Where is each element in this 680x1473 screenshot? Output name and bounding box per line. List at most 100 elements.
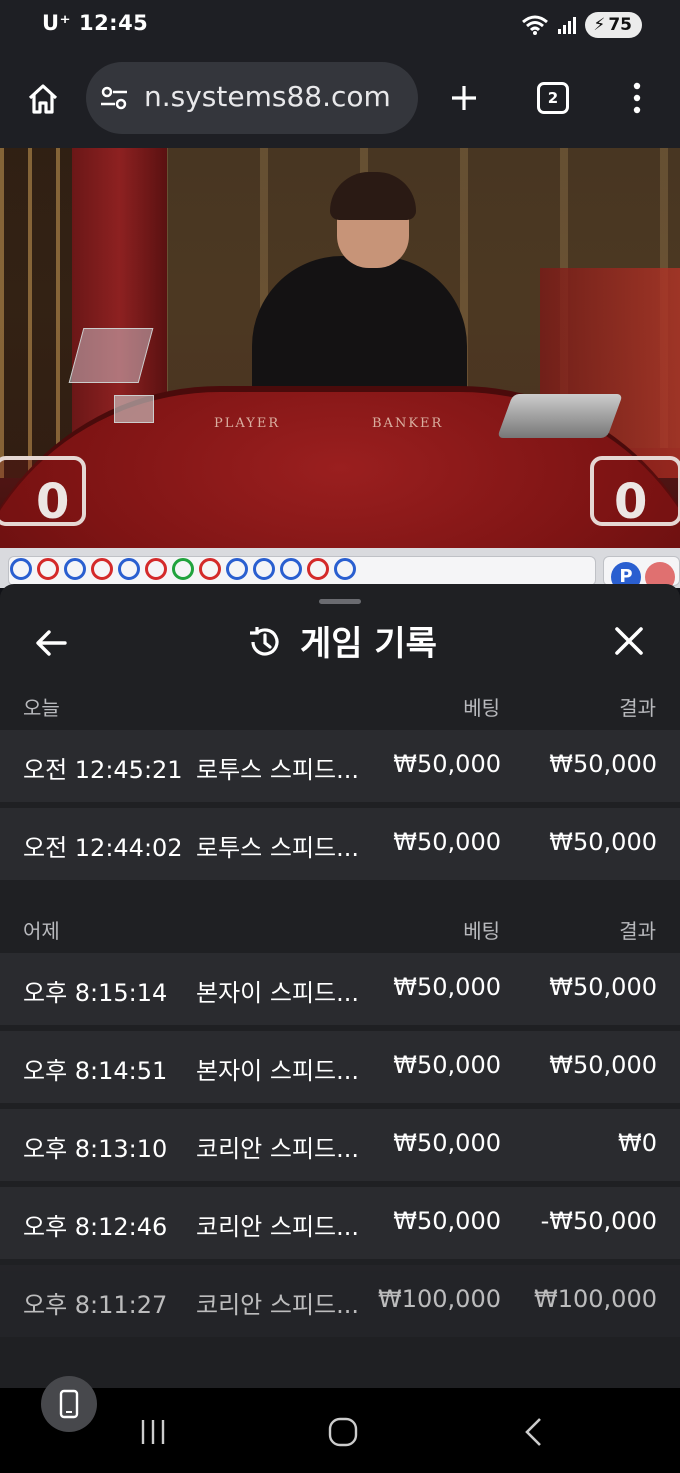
circle-home-icon: [328, 1417, 358, 1447]
chevron-left-icon: [525, 1418, 541, 1446]
browser-toolbar: n.systems88.com 2: [0, 52, 680, 148]
row-result: ₩100,000: [534, 1285, 657, 1313]
history-row[interactable]: 오후 8:13:10 코리안 스피드... ₩50,000 ₩0: [0, 1109, 680, 1181]
url-text[interactable]: n.systems88.com: [144, 80, 391, 113]
close-icon: [615, 627, 643, 655]
history-row[interactable]: 오후 8:14:51 본자이 스피드... ₩50,000 ₩50,000: [0, 1031, 680, 1103]
new-tab-button[interactable]: [444, 78, 484, 118]
floating-device-button[interactable]: [41, 1376, 97, 1432]
home-icon: [28, 84, 58, 114]
wifi-icon: [522, 15, 549, 35]
row-bet: ₩100,000: [378, 1285, 501, 1313]
more-vert-icon: [633, 82, 641, 114]
bet-column-header: 베팅: [463, 919, 500, 943]
section-label: 오늘: [23, 696, 60, 720]
road-dot-banker: [145, 558, 167, 580]
row-time: 오후 8:14:51: [23, 1057, 168, 1085]
road-dot-player: [226, 558, 248, 580]
row-bet: ₩50,000: [393, 1207, 501, 1235]
tab-switcher-button[interactable]: 2: [537, 82, 569, 114]
row-bet: ₩50,000: [393, 828, 501, 856]
row-result: ₩0: [618, 1129, 657, 1157]
row-bet: ₩50,000: [393, 1051, 501, 1079]
row-game: 본자이 스피드...: [196, 1057, 359, 1085]
status-carrier-time: U⁺ 12:45: [42, 11, 148, 35]
road-dot-banker: [37, 558, 59, 580]
close-button[interactable]: [608, 620, 650, 662]
row-result: ₩50,000: [549, 828, 657, 856]
row-bet: ₩50,000: [393, 750, 501, 778]
row-time: 오후 8:15:14: [23, 979, 168, 1007]
road-dot-banker: [199, 558, 221, 580]
recent-apps-button[interactable]: [130, 1410, 176, 1454]
player-score: 0: [36, 474, 70, 530]
row-result: ₩50,000: [549, 750, 657, 778]
row-game: 코리안 스피드...: [196, 1291, 359, 1319]
road-dot-player: [10, 558, 32, 580]
drag-handle[interactable]: [319, 599, 361, 604]
row-game: 코리안 스피드...: [196, 1135, 359, 1163]
row-game: 본자이 스피드...: [196, 979, 359, 1007]
row-result: ₩50,000: [549, 1051, 657, 1079]
road-dot-player: [280, 558, 302, 580]
sheet-title: 게임 기록: [300, 624, 437, 664]
row-bet: ₩50,000: [393, 1129, 501, 1157]
battery-level: 75: [608, 15, 632, 35]
row-result: ₩50,000: [549, 973, 657, 1001]
battery-indicator: ⚡ 75: [585, 12, 642, 38]
charging-icon: ⚡: [593, 15, 606, 35]
road-dot-player: [64, 558, 86, 580]
phone-icon: [59, 1389, 79, 1419]
section-header-today: 오늘 베팅 결과: [0, 680, 680, 730]
result-column-header: 결과: [619, 919, 656, 943]
status-bar: U⁺ 12:45 ⚡ 75: [0, 0, 680, 52]
site-settings-icon: [101, 86, 127, 110]
back-button[interactable]: [30, 622, 72, 664]
arrow-left-icon: [36, 630, 67, 656]
road-dot-tie: [172, 558, 194, 580]
row-game: 로투스 스피드...: [196, 756, 359, 784]
row-time: 오후 8:12:46: [23, 1213, 168, 1241]
road-dot-player: [334, 558, 356, 580]
history-row[interactable]: 오후 8:11:27 코리안 스피드... ₩100,000 ₩100,000: [0, 1265, 680, 1337]
player-label: PLAYER: [214, 416, 281, 431]
back-nav-button[interactable]: [510, 1410, 556, 1454]
site-settings-button[interactable]: [98, 82, 130, 114]
row-time: 오후 8:11:27: [23, 1291, 168, 1319]
section-label: 어제: [23, 919, 60, 943]
row-time: 오후 8:13:10: [23, 1135, 168, 1163]
history-row[interactable]: 오전 12:44:02 로투스 스피드... ₩50,000 ₩50,000: [0, 808, 680, 880]
card-shoe: [496, 394, 624, 438]
row-time: 오전 12:44:02: [23, 834, 183, 862]
home-button[interactable]: [22, 78, 64, 120]
history-row[interactable]: 오후 8:15:14 본자이 스피드... ₩50,000 ₩50,000: [0, 953, 680, 1025]
history-icon: [250, 627, 279, 656]
menu-button[interactable]: [622, 78, 652, 118]
history-row[interactable]: 오전 12:45:21 로투스 스피드... ₩50,000 ₩50,000: [0, 730, 680, 802]
bead-road-dots: [10, 558, 356, 580]
result-column-header: 결과: [619, 696, 656, 720]
row-bet: ₩50,000: [393, 973, 501, 1001]
card-holder: [114, 395, 154, 423]
road-dot-banker: [307, 558, 329, 580]
status-icons: ⚡ 75: [521, 12, 642, 38]
plus-icon: [452, 86, 476, 110]
section-header-yesterday: 어제 베팅 결과: [0, 903, 680, 953]
carrier-label: U⁺: [42, 11, 72, 35]
bead-road: P: [0, 548, 680, 592]
live-video[interactable]: PLAYER BANKER 0 0: [0, 148, 680, 548]
road-dot-player: [253, 558, 275, 580]
clock: 12:45: [78, 11, 149, 35]
history-badge: [244, 622, 284, 662]
banker-score: 0: [614, 474, 648, 530]
history-row[interactable]: 오후 8:12:46 코리안 스피드... ₩50,000 -₩50,000: [0, 1187, 680, 1259]
row-game: 코리안 스피드...: [196, 1213, 359, 1241]
row-result: -₩50,000: [540, 1207, 657, 1235]
row-game: 로투스 스피드...: [196, 834, 359, 862]
system-nav-bar: [0, 1388, 680, 1473]
game-history-sheet: 게임 기록 오늘 베팅 결과 오전 12:45:21 로투스 스피드... ₩5…: [0, 584, 680, 1388]
signal-icon: [558, 17, 577, 34]
road-dot-banker: [91, 558, 113, 580]
home-nav-button[interactable]: [320, 1410, 366, 1454]
row-time: 오전 12:45:21: [23, 756, 183, 784]
